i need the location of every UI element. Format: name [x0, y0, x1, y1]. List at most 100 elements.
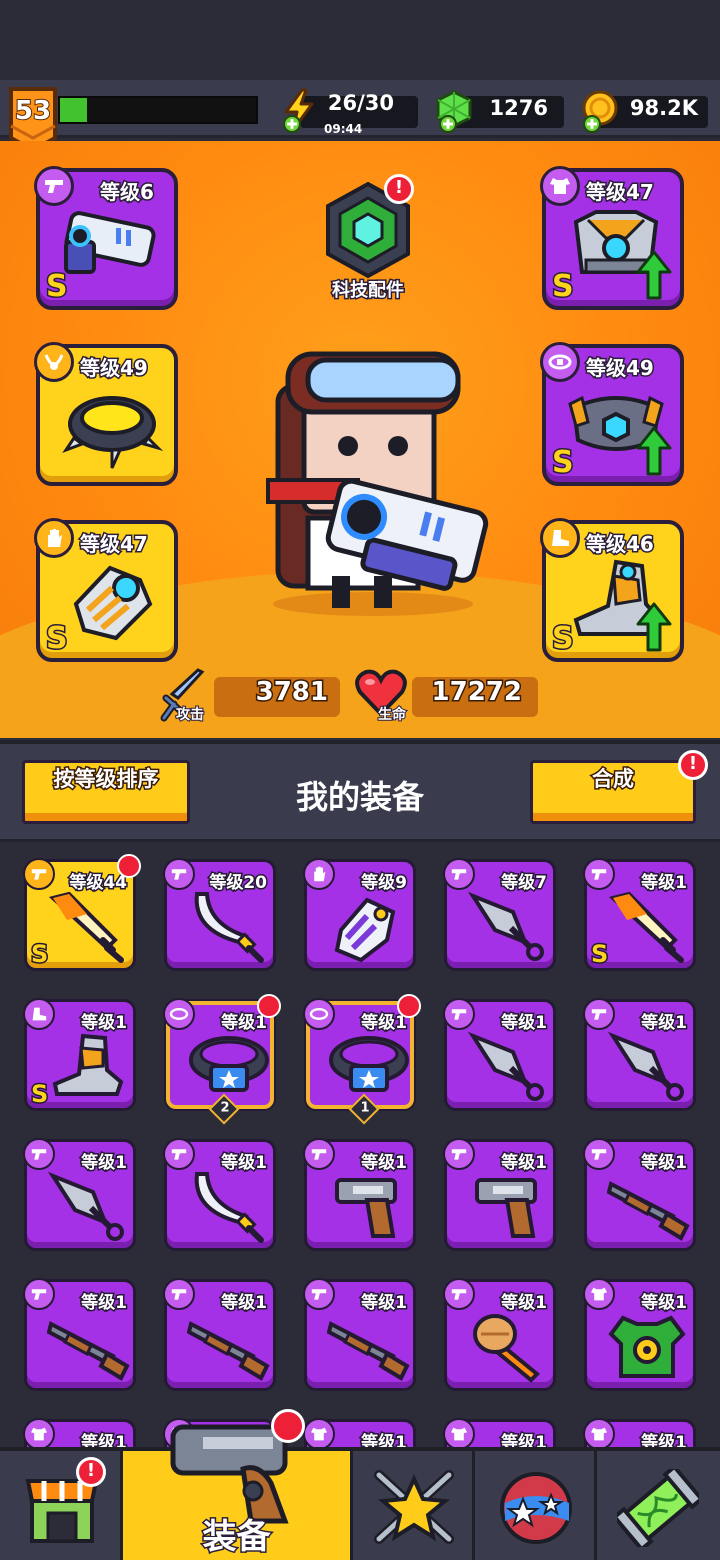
item-level: 等级1: [500, 1012, 549, 1035]
inventory-item[interactable]: 等级1: [583, 1418, 696, 1447]
kunai-icon: [47, 1170, 127, 1248]
kunai-icon: [607, 1030, 687, 1108]
slot-weapon[interactable]: 等级6 S: [34, 166, 178, 310]
inventory-item[interactable]: 等级1: [583, 1278, 696, 1391]
sort-by-level-button[interactable]: 按等级排序: [22, 760, 190, 824]
attack-label: 攻击: [175, 706, 205, 724]
item-level: 等级1: [360, 1292, 409, 1315]
slot-gloves-rank: S: [45, 620, 70, 658]
talent-icon: [374, 1470, 454, 1544]
inventory-item[interactable]: 等级1: [443, 998, 556, 1111]
shotgun-icon: [46, 1310, 131, 1388]
inventory-item[interactable]: 等级1: [583, 998, 696, 1111]
tech-parts-button[interactable]: ! 科技配件: [318, 174, 418, 303]
revolver-icon: [327, 1170, 407, 1248]
equipment-alert-badge: [271, 1409, 305, 1443]
inventory-item[interactable]: 等级7: [443, 858, 556, 971]
item-level: 等级1: [80, 1152, 129, 1175]
inventory-item[interactable]: 等级1 1: [303, 994, 421, 1125]
inventory-item[interactable]: 等级1: [23, 1138, 136, 1251]
inventory-item[interactable]: 等级1: [303, 1138, 416, 1251]
sword-type-icon: [163, 858, 195, 890]
sword-type-icon: [583, 1138, 615, 1170]
sword-type-icon: [303, 1138, 335, 1170]
upgrade-arrow-icon: [636, 250, 672, 300]
inventory-item[interactable]: 等级1: [443, 1138, 556, 1251]
nav-tab-equipment[interactable]: 装备: [123, 1409, 353, 1560]
item-level: 等级7: [500, 872, 549, 895]
hero-character[interactable]: [248, 346, 498, 616]
bottom-nav-bar: ! 装备: [0, 1409, 720, 1560]
energy-bolt-icon: [283, 88, 314, 133]
inventory-item[interactable]: 等级1: [303, 1278, 416, 1391]
inventory-item[interactable]: 等级1: [163, 1278, 276, 1391]
item-level: 等级1: [500, 1152, 549, 1175]
item-level: 等级1: [360, 1152, 409, 1175]
new-item-badge: [117, 854, 141, 878]
slot-weapon-rank: S: [45, 268, 70, 306]
inventory-item[interactable]: 等级1 2: [163, 994, 281, 1125]
health-stat: 17272: [412, 676, 538, 717]
inventory-item[interactable]: 等级1 S: [583, 858, 696, 971]
coin-icon: [582, 90, 618, 133]
slot-necklace[interactable]: 等级49: [34, 342, 178, 486]
inventory-item[interactable]: 等级1: [443, 1418, 556, 1447]
merge-button[interactable]: 合成: [530, 760, 696, 824]
sword-type-icon: [443, 998, 475, 1030]
new-item-badge: [257, 994, 281, 1018]
sword-type-icon: [443, 1138, 475, 1170]
scimitar-icon: [187, 890, 267, 968]
planet-icon: [500, 1472, 572, 1544]
slot-gloves[interactable]: 等级47 S: [34, 518, 178, 662]
inventory-item[interactable]: 等级1: [303, 1418, 416, 1448]
spiked-collar-icon: [62, 396, 164, 469]
item-level: 等级1: [640, 1292, 689, 1315]
sword-type-icon: [443, 1278, 475, 1310]
inventory-item[interactable]: 等级1 S: [23, 998, 136, 1111]
inventory-item[interactable]: 等级1: [23, 1278, 136, 1391]
revolver-icon: [467, 1170, 547, 1248]
inventory-item[interactable]: 等级44 S: [23, 854, 141, 971]
slot-boots-rank: S: [551, 620, 576, 658]
inventory-item[interactable]: 等级9: [303, 858, 416, 971]
nav-tab-shop[interactable]: !: [0, 1451, 123, 1560]
inventory-item[interactable]: 等级1: [443, 1278, 556, 1391]
belt-type-icon: [163, 998, 195, 1030]
energy-timer: 09:44: [324, 122, 363, 136]
slot-belt[interactable]: 等级49 S: [540, 342, 684, 486]
slot-armor[interactable]: 等级47 S: [540, 166, 684, 310]
sword-type-icon: [303, 1278, 335, 1310]
item-level: 等级1: [80, 1292, 129, 1315]
item-level: 等级1: [220, 1292, 269, 1315]
inventory-item[interactable]: 等级20: [163, 858, 276, 971]
nav-tab-planet[interactable]: [475, 1451, 597, 1560]
item-level: 等级1: [360, 1432, 409, 1448]
player-level: 53: [14, 95, 52, 127]
shotgun-icon: [186, 1310, 271, 1388]
blaster-gun-icon: [64, 211, 156, 274]
shotgun-icon: [326, 1310, 411, 1388]
nav-tab-talent[interactable]: [353, 1451, 475, 1560]
armor-type-icon: [303, 1418, 335, 1447]
item-level: 等级1: [640, 1152, 689, 1175]
slot-armor-level: 等级47: [585, 179, 656, 206]
inventory-item[interactable]: 等级1: [23, 1418, 136, 1447]
inventory-header: 按等级排序 我的装备 合成 !: [0, 740, 720, 842]
belt-icon: [187, 1030, 271, 1104]
vest-icon: [607, 1310, 687, 1388]
sword-type-icon: [23, 1278, 55, 1310]
shop-alert-badge: !: [76, 1457, 106, 1487]
xp-progress-bar: [58, 96, 258, 124]
slot-belt-level: 等级49: [585, 355, 656, 382]
inventory-item[interactable]: 等级1: [583, 1138, 696, 1251]
weapon-type-icon: [34, 166, 74, 206]
armor-type-icon: [443, 1418, 475, 1447]
inventory-item[interactable]: 等级1: [163, 1138, 276, 1251]
slot-boots[interactable]: 等级46 S: [540, 518, 684, 662]
inventory-grid: 等级44 S 等级20 等级9 等级7 等级1 S 等级1 S 等级1 2 等级1 1 等级1 等级1 等级1…: [0, 845, 720, 1447]
item-level: 等级1: [640, 1012, 689, 1035]
nav-tab-dna[interactable]: [597, 1451, 720, 1560]
dna-icon: [617, 1469, 699, 1547]
armor-type-icon: [540, 166, 580, 206]
sword-icon: [47, 890, 127, 968]
